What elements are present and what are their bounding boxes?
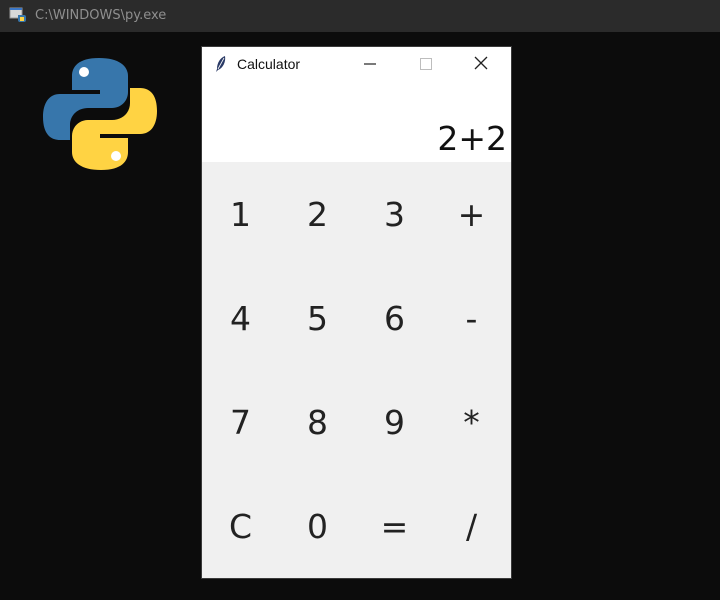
maximize-button[interactable] <box>403 47 449 81</box>
key-8[interactable]: 8 <box>279 370 356 474</box>
maximize-icon <box>420 55 432 74</box>
key-clear[interactable]: C <box>202 474 279 578</box>
calculator-title: Calculator <box>237 56 301 72</box>
feather-icon <box>214 55 228 73</box>
key-minus[interactable]: - <box>433 266 510 370</box>
key-6[interactable]: 6 <box>356 266 433 370</box>
python-logo <box>42 56 158 172</box>
minimize-icon <box>364 55 376 74</box>
console-title: C:\WINDOWS\py.exe <box>35 8 167 23</box>
key-divide[interactable]: / <box>433 474 510 578</box>
python-console-icon <box>9 6 27 24</box>
close-icon <box>474 55 488 74</box>
key-0[interactable]: 0 <box>279 474 356 578</box>
key-4[interactable]: 4 <box>202 266 279 370</box>
calculator-keypad: 1 2 3 + 4 5 6 - 7 8 9 * C 0 = / <box>202 162 511 578</box>
key-2[interactable]: 2 <box>279 162 356 266</box>
key-9[interactable]: 9 <box>356 370 433 474</box>
calculator-window: Calculator 2+2 1 2 3 + 4 5 6 - 7 8 9 * C… <box>202 47 511 578</box>
close-button[interactable] <box>458 47 504 81</box>
key-plus[interactable]: + <box>433 162 510 266</box>
minimize-button[interactable] <box>347 47 393 81</box>
key-3[interactable]: 3 <box>356 162 433 266</box>
key-1[interactable]: 1 <box>202 162 279 266</box>
console-titlebar: C:\WINDOWS\py.exe <box>0 0 720 32</box>
calculator-titlebar[interactable]: Calculator <box>202 47 511 81</box>
key-multiply[interactable]: * <box>433 370 510 474</box>
key-7[interactable]: 7 <box>202 370 279 474</box>
key-5[interactable]: 5 <box>279 266 356 370</box>
calculator-display: 2+2 <box>202 81 511 162</box>
key-equals[interactable]: = <box>356 474 433 578</box>
display-expression: 2+2 <box>437 119 507 158</box>
